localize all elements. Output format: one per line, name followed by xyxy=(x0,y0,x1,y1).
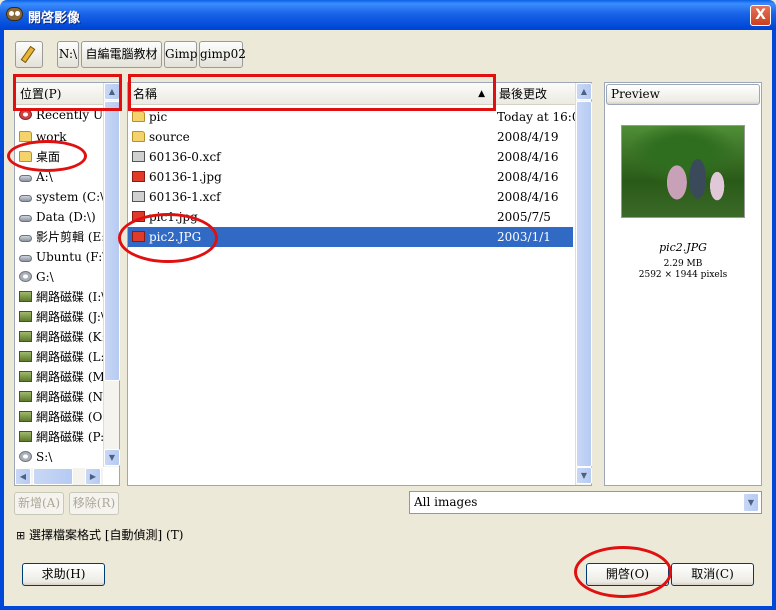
help-button[interactable]: 求助(H) xyxy=(22,563,105,586)
scroll-up-arrow-icon[interactable]: ▲ xyxy=(576,83,592,100)
file-type-expander[interactable]: ⊞ 選擇檔案格式 [自動偵測] (T) xyxy=(16,526,183,544)
open-button[interactable]: 開啓(O) xyxy=(586,563,669,586)
scroll-down-arrow-icon[interactable]: ▼ xyxy=(576,467,592,484)
place-item-e-drive[interactable]: 影片剪輯 (E: xyxy=(19,227,103,247)
column-header-name[interactable]: 名稱 ▲ xyxy=(128,83,494,105)
place-item-f-drive[interactable]: Ubuntu (F:\) xyxy=(19,247,103,267)
place-item-o-drive[interactable]: 網路磁碟 (O: xyxy=(19,407,103,427)
places-vertical-scrollbar[interactable]: ▲ ▼ xyxy=(103,83,120,467)
file-row[interactable]: 60136-1.jpg 2008/4/16 xyxy=(128,167,575,187)
jpg-file-icon xyxy=(132,231,145,242)
file-row[interactable]: pic Today at 16:00 xyxy=(128,107,575,127)
place-item-p-drive[interactable]: 網路磁碟 (P:\ xyxy=(19,427,103,447)
expander-plus-icon: ⊞ xyxy=(16,529,26,542)
files-panel: 名稱 ▲ 最後更改 pic Today at 16:00 source 2008… xyxy=(127,82,592,486)
path-button-gimp02[interactable]: gimp02 xyxy=(199,41,246,68)
sort-ascending-icon: ▲ xyxy=(478,89,485,99)
xcf-file-icon xyxy=(132,151,145,162)
places-horizontal-scrollbar[interactable]: ◀ ▶ xyxy=(15,468,103,485)
cancel-button[interactable]: 取消(C) xyxy=(671,563,754,586)
scroll-thumb[interactable] xyxy=(33,468,73,485)
place-item-d-drive[interactable]: Data (D:\) xyxy=(19,207,103,227)
gimp-icon xyxy=(6,7,23,21)
place-item-l-drive[interactable]: 網路磁碟 (L: xyxy=(19,347,103,367)
xcf-file-icon xyxy=(132,191,145,202)
remove-bookmark-button[interactable]: 移除(R) xyxy=(69,492,119,515)
edit-location-button[interactable] xyxy=(15,41,43,68)
title-bar: 開啓影像 X xyxy=(0,0,776,30)
place-item-m-drive[interactable]: 網路磁碟 (M xyxy=(19,367,103,387)
network-drive-icon xyxy=(19,291,32,302)
place-item-a-drive[interactable]: A:\ xyxy=(19,167,103,187)
preview-toggle-button[interactable]: Preview xyxy=(606,84,760,105)
place-item-desktop[interactable]: 桌面 xyxy=(19,147,103,167)
place-item-c-drive[interactable]: system (C:\) xyxy=(19,187,103,207)
place-item-i-drive[interactable]: 網路磁碟 (I:\ xyxy=(19,287,103,307)
pencil-icon xyxy=(20,45,36,64)
preview-dimensions: 2592 × 1944 pixels xyxy=(638,270,728,280)
network-drive-icon xyxy=(19,371,32,382)
folder-icon xyxy=(132,131,145,142)
network-drive-icon xyxy=(19,351,32,362)
preview-file-size: 2.29 MB xyxy=(663,259,703,269)
file-row[interactable]: source 2008/4/19 xyxy=(128,127,575,147)
scroll-right-arrow-icon[interactable]: ▶ xyxy=(85,468,101,485)
preview-filename: pic2.JPG xyxy=(659,241,707,254)
folder-icon xyxy=(19,131,32,142)
network-drive-icon xyxy=(19,331,32,342)
network-drive-icon xyxy=(19,391,32,402)
hard-drive-icon xyxy=(19,235,32,242)
places-header[interactable]: 位置(P) xyxy=(15,83,103,105)
place-item-s-drive[interactable]: S:\ xyxy=(19,447,103,467)
preview-panel: Preview pic2.JPG 2.29 MB 2592 × 1944 pix… xyxy=(604,82,762,486)
jpg-file-icon xyxy=(132,211,145,222)
window-title: 開啓影像 xyxy=(28,11,81,26)
place-item-j-drive[interactable]: 網路磁碟 (J:\ xyxy=(19,307,103,327)
preview-thumbnail xyxy=(621,125,745,218)
files-vertical-scrollbar[interactable]: ▲ ▼ xyxy=(575,83,592,485)
file-row[interactable]: 60136-1.xcf 2008/4/16 xyxy=(128,187,575,207)
path-button-gimp[interactable]: Gimp xyxy=(164,41,197,68)
folder-icon xyxy=(132,111,145,122)
recent-icon xyxy=(19,109,32,120)
window-frame-left xyxy=(0,30,4,610)
place-item-k-drive[interactable]: 網路磁碟 (K: xyxy=(19,327,103,347)
cd-drive-icon xyxy=(19,451,32,462)
close-button[interactable]: X xyxy=(750,5,771,26)
path-button-n-drive[interactable]: N:\ xyxy=(57,41,79,68)
place-item-g-drive[interactable]: G:\ xyxy=(19,267,103,287)
hard-drive-icon xyxy=(19,195,32,202)
folder-icon xyxy=(19,151,32,162)
file-row-selected[interactable]: pic2.JPG 2003/1/1 xyxy=(128,227,573,247)
network-drive-icon xyxy=(19,431,32,442)
file-filter-select[interactable]: All images ▼ xyxy=(409,491,762,514)
add-bookmark-button[interactable]: 新增(A) xyxy=(14,492,64,515)
chevron-down-icon[interactable]: ▼ xyxy=(743,493,759,512)
network-drive-icon xyxy=(19,411,32,422)
window-frame-bottom xyxy=(0,606,776,610)
jpg-file-icon xyxy=(132,171,145,182)
scroll-left-arrow-icon[interactable]: ◀ xyxy=(15,468,31,485)
scroll-thumb[interactable] xyxy=(104,101,120,381)
scroll-down-arrow-icon[interactable]: ▼ xyxy=(104,449,120,466)
window-frame-right xyxy=(772,30,776,610)
scroll-thumb[interactable] xyxy=(576,101,592,467)
column-header-modified[interactable]: 最後更改 xyxy=(494,83,575,105)
cd-drive-icon xyxy=(19,271,32,282)
places-panel: 位置(P) Recently Used work 桌面 A:\ system (… xyxy=(14,82,120,486)
floppy-drive-icon xyxy=(19,175,32,182)
file-row[interactable]: pic1.jpg 2005/7/5 xyxy=(128,207,575,227)
place-item-n-drive[interactable]: 網路磁碟 (N: xyxy=(19,387,103,407)
hard-drive-icon xyxy=(19,215,32,222)
place-item-recently-used[interactable]: Recently Used xyxy=(19,105,103,125)
network-drive-icon xyxy=(19,311,32,322)
file-type-label: 選擇檔案格式 [自動偵測] (T) xyxy=(29,528,184,542)
scroll-up-arrow-icon[interactable]: ▲ xyxy=(104,83,120,100)
place-item-work[interactable]: work xyxy=(19,127,103,147)
hard-drive-icon xyxy=(19,255,32,262)
path-button-material[interactable]: 自編電腦教材 xyxy=(81,41,162,68)
file-row[interactable]: 60136-0.xcf 2008/4/16 xyxy=(128,147,575,167)
